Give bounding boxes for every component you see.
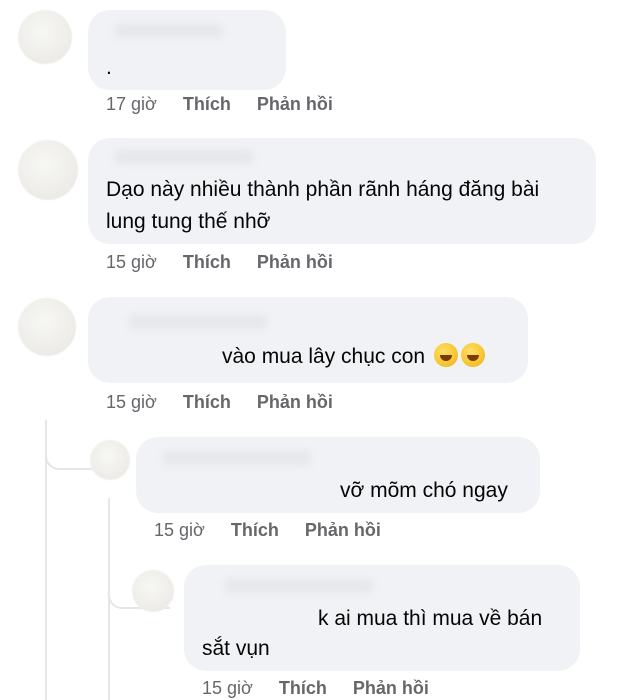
comment-text-content: vào mua lây chục con	[222, 345, 426, 368]
comment-text-line-1: Dạo này nhiều thành phần rãnh háng đăng …	[106, 178, 540, 201]
rolling-laughing-emoji	[460, 343, 485, 367]
reply-button[interactable]: Phản hồi	[305, 520, 381, 541]
commenter-name[interactable]	[224, 579, 374, 593]
commenter-name[interactable]	[114, 150, 254, 164]
comment-time[interactable]: 17 giờ	[106, 94, 157, 115]
comment-text-line-1: k ai mua thì mua về bán	[318, 607, 543, 630]
comment-bubble: vào mua lây chục con	[88, 297, 528, 383]
rolling-laughing-emoji	[433, 343, 458, 367]
comment-meta: 15 giờ Thích Phản hồi	[106, 252, 333, 273]
reply-bubble: vỡ mõm chó ngay	[136, 437, 540, 513]
comment-time[interactable]: 15 giờ	[154, 520, 205, 541]
avatar[interactable]	[90, 440, 130, 480]
like-button[interactable]: Thích	[183, 252, 231, 273]
comment-meta: 15 giờ Thích Phản hồi	[202, 678, 429, 699]
comment-time[interactable]: 15 giờ	[202, 678, 253, 699]
comment-text-line-2: lung tung thế nhỡ	[106, 210, 271, 233]
reply-button[interactable]: Phản hồi	[353, 678, 429, 699]
avatar[interactable]	[18, 298, 76, 356]
comment-meta: 17 giờ Thích Phản hồi	[106, 94, 333, 115]
comment-meta: 15 giờ Thích Phản hồi	[106, 392, 333, 413]
like-button[interactable]: Thích	[183, 94, 231, 115]
comment-text: vỡ mõm chó ngay	[340, 479, 508, 502]
reply-button[interactable]: Phản hồi	[257, 94, 333, 115]
like-button[interactable]: Thích	[279, 678, 327, 699]
reply-button[interactable]: Phản hồi	[257, 392, 333, 413]
commenter-name[interactable]	[128, 315, 268, 329]
comment-time[interactable]: 15 giờ	[106, 392, 157, 413]
comment-text-line-2: sắt vụn	[202, 637, 270, 660]
comment-text: vào mua lây chục con	[222, 341, 485, 373]
reply-bubble: k ai mua thì mua về bán sắt vụn	[184, 565, 580, 671]
comment-time[interactable]: 15 giờ	[106, 252, 157, 273]
comment-bubble: Dạo này nhiều thành phần rãnh háng đăng …	[88, 138, 596, 244]
commenter-name[interactable]	[162, 451, 312, 465]
comment-meta: 15 giờ Thích Phản hồi	[154, 520, 381, 541]
comment-bubble: .	[88, 10, 286, 90]
comment-text: .	[106, 56, 112, 79]
reply-button[interactable]: Phản hồi	[257, 252, 333, 273]
avatar[interactable]	[132, 570, 174, 612]
like-button[interactable]: Thích	[183, 392, 231, 413]
avatar[interactable]	[18, 140, 78, 200]
like-button[interactable]: Thích	[231, 520, 279, 541]
commenter-name[interactable]	[114, 24, 224, 38]
avatar[interactable]	[18, 10, 72, 64]
